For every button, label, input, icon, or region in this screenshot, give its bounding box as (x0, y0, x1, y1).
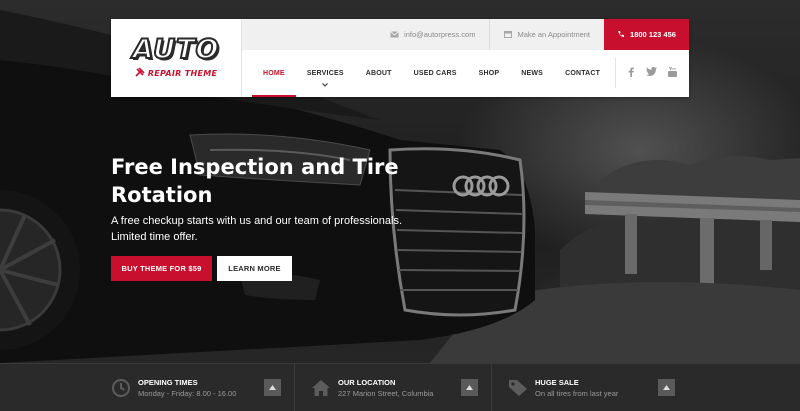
youtube-icon[interactable] (668, 66, 678, 80)
info-sale: HUGE SALE On all tires from last year (491, 364, 689, 411)
wrench-hammer-icon (135, 67, 145, 80)
expand-up-button[interactable] (264, 379, 281, 396)
logo-sub-text: REPAIR THEME (147, 69, 218, 78)
site-header: AUTO REPAIR THEME info@autorpress.com Ma… (111, 19, 689, 97)
expand-up-button[interactable] (461, 379, 478, 396)
email-text: info@autorpress.com (404, 30, 476, 39)
nav-home-label: HOME (263, 70, 285, 77)
social-links (615, 58, 689, 88)
phone-icon (617, 30, 625, 40)
learn-more-button[interactable]: LEARN MORE (217, 256, 292, 281)
hero-title: Free Inspection and Tire Rotation (111, 155, 399, 207)
topbar: info@autorpress.com Make an Appointment … (242, 19, 689, 50)
logo-subtitle: REPAIR THEME (135, 67, 218, 80)
nav-contact[interactable]: CONTACT (554, 50, 611, 97)
info-location: OUR LOCATION 227 Marion Street, Columbia (294, 364, 491, 411)
nav-contact-label: CONTACT (565, 70, 601, 77)
chevron-down-icon (322, 82, 329, 89)
info-title: OUR LOCATION (338, 378, 396, 387)
appointment-text: Make an Appointment (517, 30, 590, 39)
info-title: OPENING TIMES (138, 378, 198, 387)
home-icon (311, 378, 331, 398)
email-link[interactable]: info@autorpress.com (376, 19, 489, 50)
nav-about-label: ABOUT (365, 70, 392, 77)
nav-used-cars[interactable]: USED CARS (403, 50, 468, 97)
logo[interactable]: AUTO REPAIR THEME (111, 19, 242, 97)
nav-about[interactable]: ABOUT (355, 50, 403, 97)
info-sub: 227 Marion Street, Columbia (338, 389, 434, 398)
main-nav: HOME SERVICES ABOUT USED CARS SHOP NEWS (242, 50, 689, 97)
info-sub: Monday - Friday: 8.00 - 16.00 (138, 389, 237, 398)
info-bar: OPENING TIMES Monday - Friday: 8.00 - 16… (0, 363, 800, 411)
info-title: HUGE SALE (535, 378, 579, 387)
nav-shop[interactable]: SHOP (468, 50, 511, 97)
tag-icon (508, 378, 528, 398)
phone-text: 1800 123 456 (630, 30, 676, 39)
buy-theme-button[interactable]: BUY THEME FOR $59 (111, 256, 212, 281)
nav-news[interactable]: NEWS (510, 50, 554, 97)
info-texts: OUR LOCATION 227 Marion Street, Columbia (338, 377, 433, 399)
logo-wordmark: AUTO (132, 34, 220, 65)
appointment-link[interactable]: Make an Appointment (489, 19, 604, 50)
hero-text: A free checkup starts with us and our te… (111, 215, 403, 243)
nav-shop-label: SHOP (478, 70, 500, 77)
nav-services-label: SERVICES (306, 70, 344, 77)
facebook-icon[interactable] (628, 67, 634, 80)
info-texts: HUGE SALE On all tires from last year (535, 377, 618, 399)
nav-used-cars-label: USED CARS (413, 70, 457, 77)
info-sub: On all tires from last year (535, 389, 619, 398)
header-right: info@autorpress.com Make an Appointment … (242, 19, 689, 97)
twitter-icon[interactable] (645, 67, 657, 79)
envelope-icon (390, 30, 399, 40)
info-texts: OPENING TIMES Monday - Friday: 8.00 - 16… (138, 377, 236, 399)
calendar-icon (504, 30, 513, 40)
nav-services[interactable]: SERVICES (296, 50, 355, 97)
nav-home[interactable]: HOME (242, 50, 296, 97)
phone-button[interactable]: 1800 123 456 (604, 19, 689, 50)
clock-icon (111, 378, 131, 398)
expand-up-button[interactable] (658, 379, 675, 396)
nav-news-label: NEWS (521, 70, 544, 77)
info-opening-times: OPENING TIMES Monday - Friday: 8.00 - 16… (111, 364, 294, 411)
